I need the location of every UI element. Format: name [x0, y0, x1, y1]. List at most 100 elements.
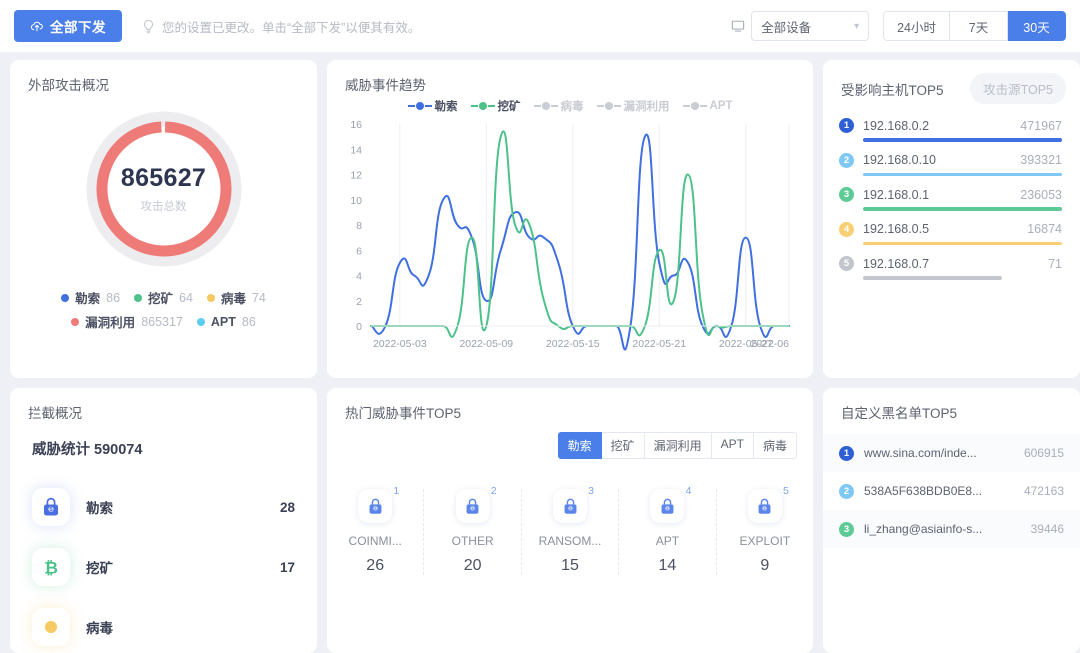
- svg-text:4: 4: [356, 271, 362, 283]
- dashboard-grid: 外部攻击概况 865627 攻击总数 勒索 86: [0, 52, 1080, 653]
- svg-text:6: 6: [356, 245, 362, 257]
- device-selector[interactable]: 全部设备 ▾: [731, 11, 869, 41]
- legend-item-apt[interactable]: APT 86: [197, 312, 256, 331]
- svg-text:2022-05-03: 2022-05-03: [373, 338, 427, 350]
- svg-text:0: 0: [356, 321, 362, 333]
- attack-donut-wrap: 865627 攻击总数: [10, 104, 317, 274]
- tab-virus[interactable]: 病毒: [754, 432, 797, 459]
- blacklist-list: 1 www.sina.com/inde... 606915 2 538A5F63…: [823, 422, 1080, 548]
- tab-apt[interactable]: APT: [712, 432, 754, 459]
- intercept-row-ransom[interactable]: $ 勒索 28: [32, 477, 295, 537]
- intercept-label: 勒索: [86, 497, 264, 517]
- rank-badge: 2: [839, 153, 854, 168]
- chevron-down-icon: ▾: [854, 21, 859, 32]
- intercept-value: 28: [280, 500, 295, 515]
- svg-text:$: $: [50, 507, 53, 513]
- tab-affected-hosts[interactable]: 受影响主机TOP5: [841, 79, 944, 99]
- blacklist-count: 606915: [1024, 446, 1064, 460]
- trend-legend-virus[interactable]: 病毒: [534, 98, 584, 114]
- hot-threat-item[interactable]: $ 3 RANSOM... 15: [522, 489, 619, 575]
- time-range-30d[interactable]: 30天: [1008, 11, 1066, 41]
- lightbulb-icon: [142, 19, 155, 34]
- intercept-label: 挖矿: [86, 557, 264, 577]
- hot-threat-item[interactable]: $ 4 APT 14: [619, 489, 716, 575]
- threat-name: RANSOM...: [539, 534, 602, 548]
- device-select-box[interactable]: 全部设备 ▾: [751, 11, 869, 41]
- legend-line-dot-icon: [683, 102, 707, 110]
- attack-donut-chart: 865627 攻击总数: [79, 104, 249, 274]
- intercept-row-mining[interactable]: ₿ 挖矿 17: [32, 537, 295, 597]
- threat-stat-value: 590074: [94, 442, 142, 458]
- tab-exploit[interactable]: 漏洞利用: [645, 432, 712, 459]
- trend-legend-mining[interactable]: 挖矿: [471, 98, 521, 114]
- lock-icon: $: [650, 489, 684, 523]
- time-range-24h[interactable]: 24小时: [883, 11, 950, 41]
- host-rank-list: 1 192.168.0.2 471967 2 192.168.0.10 3933…: [823, 104, 1080, 280]
- trend-chart-area[interactable]: 02468101214162022-05-032022-05-092022-05…: [327, 116, 813, 356]
- blacklist-row[interactable]: 2 538A5F638BDB0E8... 472163: [823, 472, 1080, 510]
- threat-stat-label: 威胁统计: [32, 442, 90, 458]
- deploy-all-label: 全部下发: [50, 16, 106, 36]
- host-rank-row[interactable]: 1 192.168.0.2 471967: [839, 118, 1062, 142]
- time-range-group: 24小时 7天 30天: [883, 11, 1066, 41]
- monitor-icon: [731, 19, 745, 33]
- trend-legend-ransom[interactable]: 勒索: [408, 98, 458, 114]
- attack-total-label: 攻击总数: [141, 198, 187, 214]
- host-bar-track: [863, 138, 1062, 142]
- rank-badge: 3: [839, 522, 854, 537]
- header-controls: 全部设备 ▾ 24小时 7天 30天: [731, 0, 1066, 52]
- donut-center-text: 865627 攻击总数: [79, 104, 249, 274]
- attack-legend: 勒索 86 挖矿 64 病毒 74 漏洞利用 865317: [10, 274, 317, 331]
- deploy-all-button[interactable]: 全部下发: [14, 10, 122, 42]
- host-bar-fill: [863, 173, 1062, 177]
- trend-legend-apt[interactable]: APT: [683, 98, 733, 114]
- legend-label: 病毒: [221, 288, 246, 307]
- legend-value: 74: [252, 291, 266, 305]
- blacklist-count: 472163: [1024, 484, 1064, 498]
- device-select-value: 全部设备: [761, 17, 811, 36]
- rank-badge: 4: [839, 222, 854, 237]
- legend-label: 勒索: [435, 98, 458, 114]
- legend-value: 86: [242, 315, 256, 329]
- blacklist-entry: 538A5F638BDB0E8...: [864, 484, 1014, 498]
- tab-ransom[interactable]: 勒索: [558, 432, 602, 459]
- threat-trend-title: 威胁事件趋势: [327, 60, 813, 94]
- legend-item-ransom[interactable]: 勒索 86: [61, 288, 120, 307]
- host-rank-row[interactable]: 4 192.168.0.5 16874: [839, 222, 1062, 246]
- legend-label: 挖矿: [148, 288, 173, 307]
- hot-threats-card: 热门威胁事件TOP5 勒索 挖矿 漏洞利用 APT 病毒: [327, 388, 813, 653]
- host-rank-row[interactable]: 3 192.168.0.1 236053: [839, 187, 1062, 211]
- hot-threats-tabs: 勒索 挖矿 漏洞利用 APT 病毒: [558, 432, 797, 459]
- hot-threat-item[interactable]: $ 5 EXPLOIT 9: [717, 489, 813, 575]
- svg-text:2022-06: 2022-06: [750, 338, 789, 350]
- blacklist-row[interactable]: 3 li_zhang@asiainfo-s... 39446: [823, 510, 1080, 548]
- tab-attack-sources[interactable]: 攻击源TOP5: [970, 73, 1066, 104]
- intercept-row-virus[interactable]: 病毒: [32, 597, 295, 653]
- blacklist-row[interactable]: 1 www.sina.com/inde... 606915: [823, 434, 1080, 472]
- time-range-7d[interactable]: 7天: [950, 11, 1008, 41]
- threat-name: EXPLOIT: [739, 534, 790, 548]
- threat-stat: 威胁统计 590074: [10, 422, 317, 459]
- rank-superscript: 4: [686, 485, 692, 497]
- svg-text:2: 2: [356, 296, 362, 308]
- threat-name: APT: [656, 534, 679, 548]
- host-bar-fill: [863, 207, 1062, 211]
- trend-legend-exploit[interactable]: 漏洞利用: [597, 98, 670, 114]
- trend-legend: 勒索 挖矿 病毒: [327, 98, 813, 114]
- hot-threat-item[interactable]: $ 1 COINMI... 26: [327, 489, 424, 575]
- rank-badge: 5: [839, 256, 854, 271]
- legend-item-virus[interactable]: 病毒 74: [207, 288, 266, 307]
- hot-threat-item[interactable]: $ 2 OTHER 20: [424, 489, 521, 575]
- legend-item-mining[interactable]: 挖矿 64: [134, 288, 193, 307]
- host-rank-row[interactable]: 2 192.168.0.10 393321: [839, 153, 1062, 177]
- host-rank-row[interactable]: 5 192.168.0.7 71: [839, 256, 1062, 280]
- svg-text:2022-05-09: 2022-05-09: [459, 338, 513, 350]
- host-ip: 192.168.0.1: [863, 188, 1011, 202]
- legend-item-exploit[interactable]: 漏洞利用 865317: [71, 312, 183, 331]
- host-ip: 192.168.0.10: [863, 153, 1011, 167]
- lock-icon: $: [553, 489, 587, 523]
- legend-dot-icon: [207, 294, 215, 302]
- legend-value: 64: [179, 291, 193, 305]
- legend-line-dot-icon: [534, 102, 558, 110]
- tab-mining[interactable]: 挖矿: [602, 432, 645, 459]
